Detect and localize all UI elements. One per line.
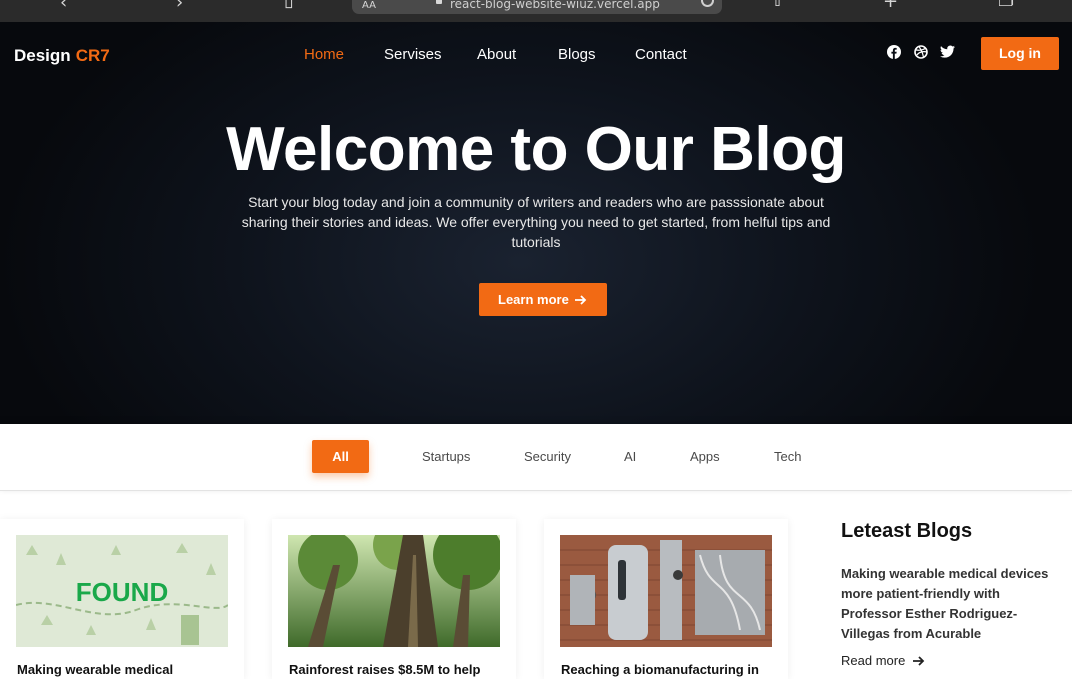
filter-security[interactable]: Security <box>524 440 571 473</box>
address-bar[interactable]: AA react-blog-website-wiuz.vercel.app <box>352 0 722 14</box>
nav-blogs[interactable]: Blogs <box>558 46 596 63</box>
facebook-icon[interactable] <box>887 45 901 59</box>
reader-aa-button[interactable]: AA <box>362 0 376 11</box>
blog-card-image <box>560 535 772 647</box>
arrow-right-icon <box>575 295 587 305</box>
bookmarks-icon[interactable]: ▯ <box>284 0 294 10</box>
tabs-icon[interactable]: ❐ <box>998 0 1014 10</box>
nav-home[interactable]: Home <box>304 46 344 63</box>
blog-card[interactable]: FOUND Making wearable medical <box>0 519 244 679</box>
filter-ai[interactable]: AI <box>624 440 636 473</box>
learn-more-button[interactable]: Learn more <box>479 283 607 316</box>
blog-card-image: FOUND <box>16 535 228 647</box>
browser-toolbar: ‹ › ▯ AA react-blog-website-wiuz.vercel.… <box>0 0 1072 22</box>
read-more-label: Read more <box>841 653 906 668</box>
login-button[interactable]: Log in <box>981 37 1059 70</box>
nav-services[interactable]: Servises <box>384 46 442 63</box>
lock-icon <box>436 0 442 4</box>
forward-icon[interactable]: › <box>176 0 183 12</box>
nav-about[interactable]: About <box>477 46 516 63</box>
dribbble-icon[interactable] <box>914 45 928 59</box>
new-tab-icon[interactable]: + <box>883 0 898 11</box>
hero-section: Design CR7 Home Servises About Blogs Cont… <box>0 22 1072 424</box>
latest-blogs-heading: Leteast Blogs <box>841 520 973 542</box>
logo-accent: CR7 <box>75 46 110 65</box>
hero-title: Welcome to Our Blog <box>226 115 846 184</box>
filter-all[interactable]: All <box>312 440 369 473</box>
learn-more-label: Learn more <box>498 292 569 307</box>
card-image-text: FOUND <box>76 577 168 607</box>
read-more-link[interactable]: Read more <box>841 653 925 668</box>
filter-tech[interactable]: Tech <box>774 440 801 473</box>
arrow-right-icon <box>913 656 925 666</box>
url-text[interactable]: react-blog-website-wiuz.vercel.app <box>450 0 660 11</box>
logo-main: Design <box>14 46 71 65</box>
filter-startups[interactable]: Startups <box>422 440 470 473</box>
hero-subtitle: Start your blog today and join a communi… <box>241 194 831 250</box>
filter-apps[interactable]: Apps <box>690 440 720 473</box>
twitter-icon[interactable] <box>940 45 955 59</box>
category-filter-bar: All Startups Security AI Apps Tech <box>0 424 1072 491</box>
back-icon[interactable]: ‹ <box>60 0 67 12</box>
blog-card-image <box>288 535 500 647</box>
site-logo[interactable]: Design CR7 <box>14 46 110 66</box>
blog-card[interactable]: Rainforest raises $8.5M to help <box>272 519 516 679</box>
nav-contact[interactable]: Contact <box>635 46 687 63</box>
reload-icon[interactable] <box>701 0 714 7</box>
blog-card[interactable]: Reaching a biomanufacturing in <box>544 519 788 679</box>
latest-blog-title[interactable]: Making wearable medical devices more pat… <box>841 564 1063 644</box>
share-icon[interactable]: ⇧ <box>770 0 785 10</box>
